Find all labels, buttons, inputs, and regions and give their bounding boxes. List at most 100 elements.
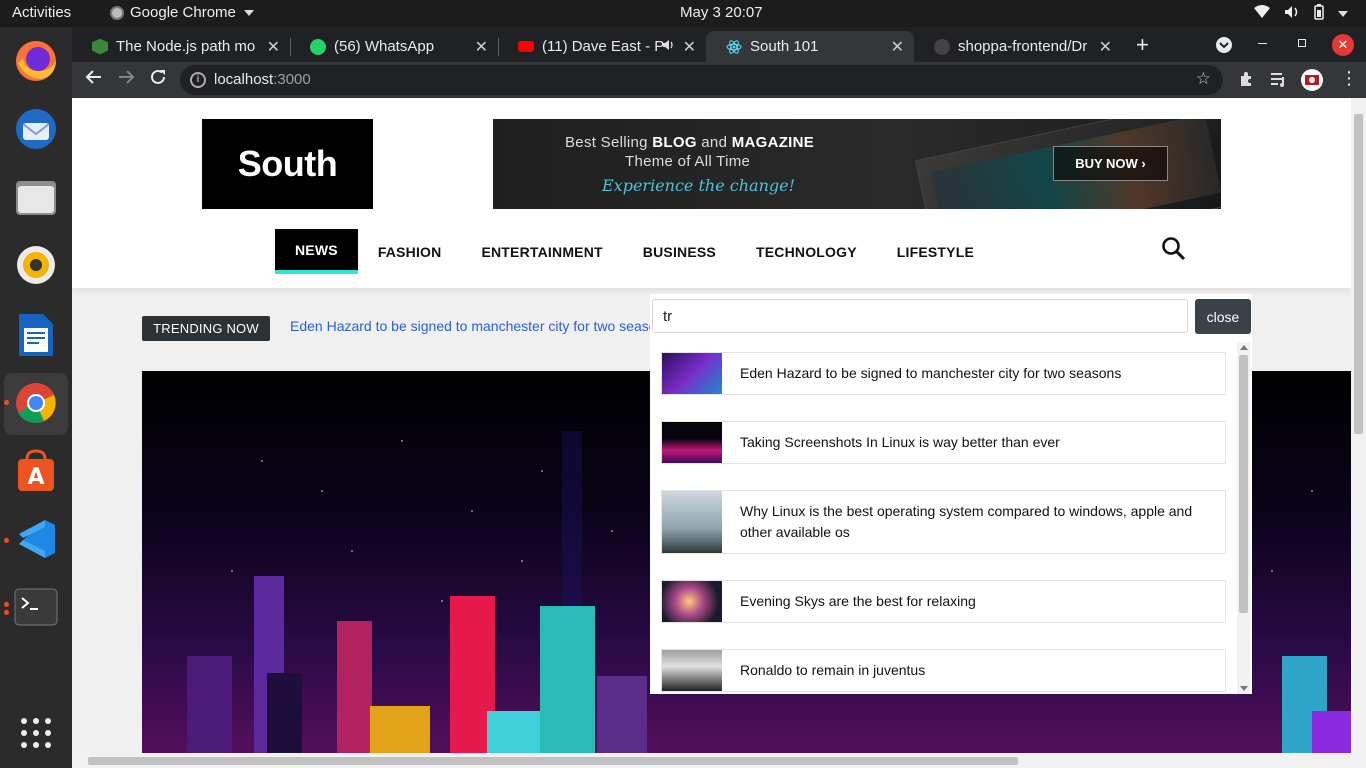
tab-close-icon[interactable]: ✕ [475,37,488,57]
site-info-icon[interactable]: i [190,72,206,88]
activities-button[interactable]: Activities [12,4,71,21]
clock[interactable]: May 3 20:07 [680,4,763,21]
reload-icon[interactable] [146,68,170,91]
tab-strip: The Node.js path mo ✕ (56) WhatsApp ✕ (1… [72,27,1366,62]
rhythmbox-icon[interactable] [12,241,60,289]
new-tab-icon[interactable]: + [1136,32,1149,58]
url-port: :3000 [273,71,311,88]
tab-title: The Node.js path mo [116,38,256,55]
search-result-item[interactable]: Why Linux is the best operating system c… [661,490,1226,554]
search-result-item[interactable]: Taking Screenshots In Linux is way bette… [661,421,1226,464]
nav-entertainment[interactable]: ENTERTAINMENT [461,229,622,274]
writer-icon[interactable] [12,311,60,359]
tab-close-icon[interactable]: ✕ [267,37,280,57]
whatsapp-icon [310,38,326,55]
chrome-dock-icon[interactable] [12,379,60,427]
search-results: Eden Hazard to be signed to manchester c… [650,342,1252,694]
result-title: Ronaldo to remain in juventus [740,662,926,678]
tab-close-icon[interactable]: ✕ [683,37,696,57]
search-icon[interactable] [1161,236,1187,262]
result-title: Taking Screenshots In Linux is way bette… [740,434,1060,450]
react-icon [726,39,742,55]
back-icon[interactable] [82,68,106,91]
scroll-thumb[interactable] [1239,355,1248,613]
address-bar[interactable]: i localhost:3000 ☆ [180,65,1223,95]
scroll-up-icon[interactable] [1240,345,1248,350]
search-input[interactable] [652,299,1188,333]
trending-headline-link[interactable]: Eden Hazard to be signed to manchester c… [290,318,671,334]
banner-tagline: Experience the change! [602,176,796,195]
nav-technology[interactable]: TECHNOLOGY [736,229,877,274]
tab-close-icon[interactable]: ✕ [891,37,904,57]
tab-title: South 101 [750,38,819,55]
nav-news[interactable]: NEWS [275,229,358,274]
github-icon [934,38,950,55]
nav-lifestyle[interactable]: LIFESTYLE [877,229,994,274]
scroll-down-icon[interactable] [1240,686,1248,691]
url-host: localhost [214,71,274,88]
system-top-bar: Activities Google Chrome May 3 20:07 [0,0,1366,27]
search-result-item[interactable]: Ronaldo to remain in juventus [661,649,1226,692]
firefox-icon[interactable] [12,37,60,85]
profile-avatar[interactable] [1300,68,1324,97]
show-applications-icon[interactable] [12,709,60,757]
svg-text:A: A [27,465,44,490]
media-control-icon[interactable] [1270,70,1287,92]
buy-now-button[interactable]: BUY NOW › [1053,146,1168,181]
browser-menu-icon[interactable]: ⋮ [1340,68,1358,89]
forward-icon[interactable] [114,68,138,91]
tab-nodejs-path[interactable]: The Node.js path mo ✕ [72,31,291,62]
tab-whatsapp[interactable]: (56) WhatsApp ✕ [290,31,499,62]
tab-github[interactable]: shoppa-frontend/Dr ✕ [914,31,1122,62]
terminal-icon[interactable] [12,583,60,631]
tab-south-101[interactable]: South 101 ✕ [706,31,914,62]
nav-business[interactable]: BUSINESS [623,229,736,274]
node-icon [92,38,108,55]
dock: A [0,27,72,768]
software-center-icon[interactable]: A [12,447,60,495]
page-viewport: South Best Selling BLOG and MAGAZINE The… [72,98,1366,768]
tab-youtube[interactable]: (11) Dave East - Pe ✕ [498,31,706,62]
search-result-item[interactable]: Evening Skys are the best for relaxing [661,580,1226,623]
battery-icon [1314,4,1324,24]
close-window-icon[interactable]: ✕ [1332,34,1354,56]
thunderbird-icon[interactable] [12,105,60,153]
volume-icon [1284,5,1300,23]
trending-now-label: TRENDING NOW [142,316,270,341]
youtube-icon [518,41,534,52]
running-indicator [4,400,9,405]
page-horizontal-scrollbar[interactable] [72,753,1366,768]
audio-playing-icon[interactable] [662,38,676,56]
running-indicator [4,610,9,615]
result-title: Why Linux is the best operating system c… [740,503,1193,540]
page-vertical-scrollbar[interactable] [1351,98,1366,753]
nav-fashion[interactable]: FASHION [358,229,462,274]
maximize-icon[interactable] [1298,39,1306,47]
app-menu[interactable]: Google Chrome [110,4,254,21]
vscode-icon[interactable] [12,515,60,563]
result-title: Evening Skys are the best for relaxing [740,593,976,609]
result-title: Eden Hazard to be signed to manchester c… [740,365,1122,381]
running-indicator [4,602,9,607]
banner-headline: Best Selling BLOG and MAGAZINE [565,134,815,151]
running-indicator [4,538,9,543]
ad-banner[interactable]: Best Selling BLOG and MAGAZINE Theme of … [493,119,1221,209]
system-tray[interactable] [1254,4,1348,24]
tab-search-icon[interactable] [1216,37,1232,53]
app-menu-label: Google Chrome [130,4,236,21]
main-nav: NEWS FASHION ENTERTAINMENT BUSINESS TECH… [275,229,994,274]
caret-down-icon [243,9,254,16]
bookmark-star-icon[interactable]: ☆ [1196,69,1211,89]
minimize-icon[interactable] [1258,43,1267,44]
site-logo[interactable]: South [202,119,373,209]
tab-close-icon[interactable]: ✕ [1099,37,1112,57]
extensions-icon[interactable] [1239,70,1256,92]
url-text: localhost:3000 [214,71,311,88]
files-icon[interactable] [12,173,60,221]
result-thumbnail [662,581,722,622]
search-result-item[interactable]: Eden Hazard to be signed to manchester c… [661,352,1226,395]
close-search-button[interactable]: close [1195,299,1251,334]
site-header: South Best Selling BLOG and MAGAZINE The… [72,98,1351,288]
tab-title: (56) WhatsApp [334,38,435,55]
search-results-scrollbar[interactable] [1237,342,1250,694]
